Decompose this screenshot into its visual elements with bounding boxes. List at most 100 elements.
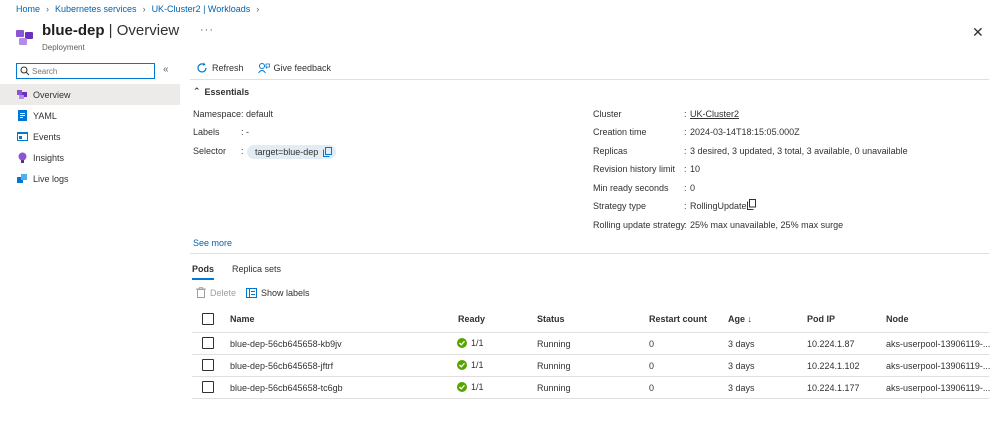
page-title-suffix: | Overview [108,22,180,39]
pod-ip-cell: 10.224.1.102 [807,361,860,371]
strategy-type-value: RollingUpdate [690,201,747,211]
sidebar-item-overview[interactable]: Overview [0,84,180,105]
tab-bar: Pods Replica sets [192,264,281,280]
events-icon [17,131,28,142]
delete-button[interactable]: Delete [196,287,236,298]
selector-chip: target=blue-dep [247,145,337,159]
colon: : [684,183,687,193]
pod-name-link[interactable]: blue-dep-56cb645658-jftrf [230,361,333,371]
min-ready-seconds-label: Min ready seconds [593,183,669,193]
ready-value: 1/1 [471,360,484,370]
row-checkbox[interactable] [202,337,214,349]
column-header-restart-count[interactable]: Restart count [649,314,707,324]
give-feedback-button[interactable]: Give feedback [257,62,332,74]
sidebar-item-yaml[interactable]: YAML [0,105,180,126]
live-logs-icon [17,173,28,184]
select-all-checkbox[interactable] [202,313,214,325]
search-input[interactable] [32,65,150,77]
node-cell: aks-userpool-13906119-... [886,339,991,349]
namespace-label: Namespace [193,109,242,119]
cluster-label: Cluster [593,109,622,119]
search-input-box[interactable] [16,63,155,79]
column-header-node[interactable]: Node [886,314,909,324]
row-checkbox[interactable] [202,381,214,393]
sidebar-item-live-logs[interactable]: Live logs [0,168,180,189]
collapse-sidebar-button[interactable]: « [163,64,169,75]
refresh-button[interactable]: Refresh [196,62,244,74]
cluster-link[interactable]: UK-Cluster2 [690,109,739,119]
rolling-update-strategy-label: Rolling update strategy [593,220,686,230]
close-button[interactable]: ✕ [972,24,984,41]
column-header-age[interactable]: Age ↓ [728,314,752,324]
min-ready-seconds-value: 0 [690,183,696,193]
pod-name-link[interactable]: blue-dep-56cb645658-tc6gb [230,383,343,393]
more-options-button[interactable]: ··· [200,24,214,36]
selector-label: Selector [193,146,227,156]
tab-pods[interactable]: Pods [192,264,215,280]
node-cell: aks-userpool-13906119-... [886,383,991,393]
revision-history-limit-label: Revision history limit [593,164,676,174]
divider [190,253,989,254]
sidebar-item-label: Overview [33,89,71,100]
sidebar-item-insights[interactable]: Insights [0,147,180,168]
column-header-pod-ip[interactable]: Pod IP [807,314,835,324]
chevron-up-icon: ⌃ [193,86,201,96]
yaml-icon [17,110,28,121]
node-cell: aks-userpool-13906119-... [886,361,991,371]
divider [192,398,989,399]
chevron-right-icon: › [46,4,50,14]
page-subtitle: Deployment [42,43,85,52]
breadcrumb-home[interactable]: Home [16,4,40,14]
pod-ip-cell: 10.224.1.87 [807,339,855,349]
copy-icon[interactable] [323,147,333,157]
replicas-label: Replicas [593,146,628,156]
sidebar-item-events[interactable]: Events [0,126,180,147]
sidebar-item-label: YAML [33,110,57,121]
check-circle-icon [457,382,467,392]
breadcrumb: Home › Kubernetes services › UK-Cluster2… [16,4,259,14]
ready-cell: 1/1 [457,360,484,370]
check-circle-icon [457,360,467,370]
page-title-name: blue-dep [42,22,105,39]
replicas-value: 3 desired, 3 updated, 3 total, 3 availab… [690,146,908,156]
pod-name-link[interactable]: blue-dep-56cb645658-kb9jv [230,339,342,349]
see-more-link[interactable]: See more [193,238,232,248]
show-labels-button[interactable]: Show labels [246,287,310,298]
refresh-label: Refresh [212,63,244,73]
search-icon [20,66,30,76]
restart-count-cell: 0 [649,361,655,371]
strategy-type-label: Strategy type [593,201,647,211]
breadcrumb-kubernetes-services[interactable]: Kubernetes services [55,4,137,14]
creation-time-label: Creation time [593,127,647,137]
sidebar-item-label: Insights [33,152,65,163]
essentials-label: Essentials [204,86,250,97]
trash-icon [196,287,206,298]
column-header-name[interactable]: Name [230,314,255,324]
divider [192,376,989,377]
creation-time-value: 2024-03-14T18:15:05.000Z [690,127,800,137]
ready-cell: 1/1 [457,338,484,348]
tab-replica-sets[interactable]: Replica sets [232,264,281,280]
delete-label: Delete [210,287,237,298]
selector-colon: : [241,146,244,156]
divider [192,354,989,355]
breadcrumb-cluster-workloads[interactable]: UK-Cluster2 | Workloads [152,4,251,14]
give-feedback-label: Give feedback [273,63,332,73]
status-cell: Running [537,361,571,371]
rolling-update-strategy-value: 25% max unavailable, 25% max surge [690,220,844,230]
status-cell: Running [537,339,571,349]
colon: : [684,146,687,156]
age-cell: 3 days [728,361,755,371]
essentials-toggle[interactable]: ⌃ Essentials [193,86,249,97]
colon: : [684,127,687,137]
check-circle-icon [457,338,467,348]
copy-icon[interactable] [747,199,756,210]
row-checkbox[interactable] [202,359,214,371]
restart-count-cell: 0 [649,383,655,393]
ready-cell: 1/1 [457,382,484,392]
column-header-ready[interactable]: Ready [458,314,485,324]
refresh-icon [197,62,207,73]
pods-command-bar: Delete Show labels [196,287,310,298]
column-header-status[interactable]: Status [537,314,565,324]
labels-label: Labels [193,127,220,137]
